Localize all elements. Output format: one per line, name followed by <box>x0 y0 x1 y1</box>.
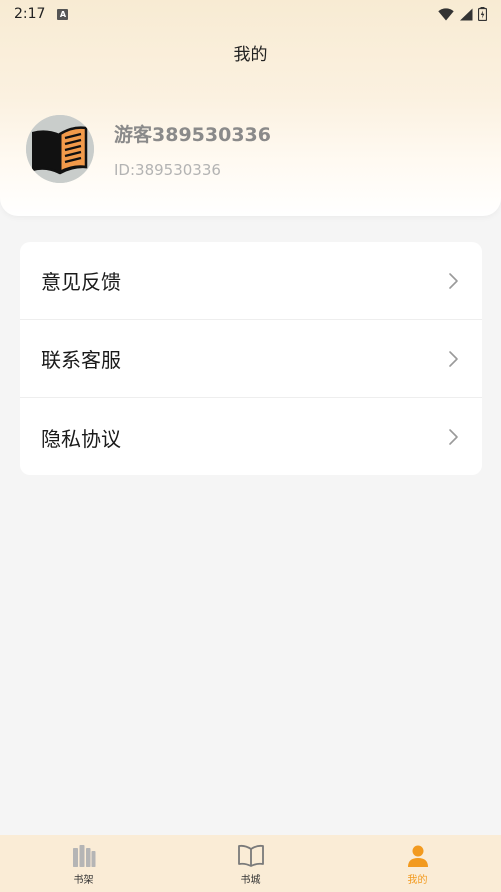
user-id: ID:389530336 <box>114 160 221 179</box>
notification-a-icon: A <box>57 8 69 20</box>
bottom-tab-bar: 书架 书城 我的 <box>0 835 501 892</box>
tab-mine[interactable]: 我的 <box>334 835 501 892</box>
user-icon <box>407 845 428 867</box>
menu-item-feedback[interactable]: 意见反馈 <box>20 242 482 320</box>
chevron-right-icon <box>449 350 458 367</box>
tab-label: 书城 <box>240 874 261 886</box>
battery-icon <box>478 7 487 21</box>
username: 游客389530336 <box>114 123 271 146</box>
tab-bookshelf[interactable]: 书架 <box>0 835 167 892</box>
status-time: 2:17 <box>14 6 46 22</box>
chevron-right-icon <box>449 272 458 289</box>
wifi-icon <box>438 7 454 20</box>
menu-item-label: 隐私协议 <box>41 426 121 451</box>
avatar[interactable] <box>26 115 94 183</box>
menu-item-privacy-policy[interactable]: 隐私协议 <box>20 398 482 475</box>
signal-icon <box>460 8 473 20</box>
mine-screen: 2:17 A 我的 游客389530336 ID:389530336 意见反馈 … <box>0 0 501 892</box>
bookshelf-icon <box>72 844 95 867</box>
profile-text: 游客389530336 ID:389530336 <box>114 120 271 179</box>
status-icons <box>438 7 487 21</box>
book-avatar-icon <box>26 115 94 183</box>
page-title: 我的 <box>233 45 268 65</box>
tab-label: 书架 <box>73 874 94 886</box>
menu-item-label: 意见反馈 <box>41 270 121 294</box>
status-bar: 2:17 A <box>0 0 501 28</box>
tab-bookstore[interactable]: 书城 <box>167 835 334 892</box>
open-book-icon <box>237 844 264 867</box>
profile-section[interactable]: 游客389530336 ID:389530336 <box>26 115 271 183</box>
tab-label: 我的 <box>407 874 428 886</box>
header-background <box>0 0 501 216</box>
menu-item-label: 联系客服 <box>41 348 121 372</box>
chevron-right-icon <box>449 429 458 445</box>
menu-item-contact-service[interactable]: 联系客服 <box>20 320 482 398</box>
menu-card: 意见反馈 联系客服 隐私协议 <box>20 242 482 475</box>
